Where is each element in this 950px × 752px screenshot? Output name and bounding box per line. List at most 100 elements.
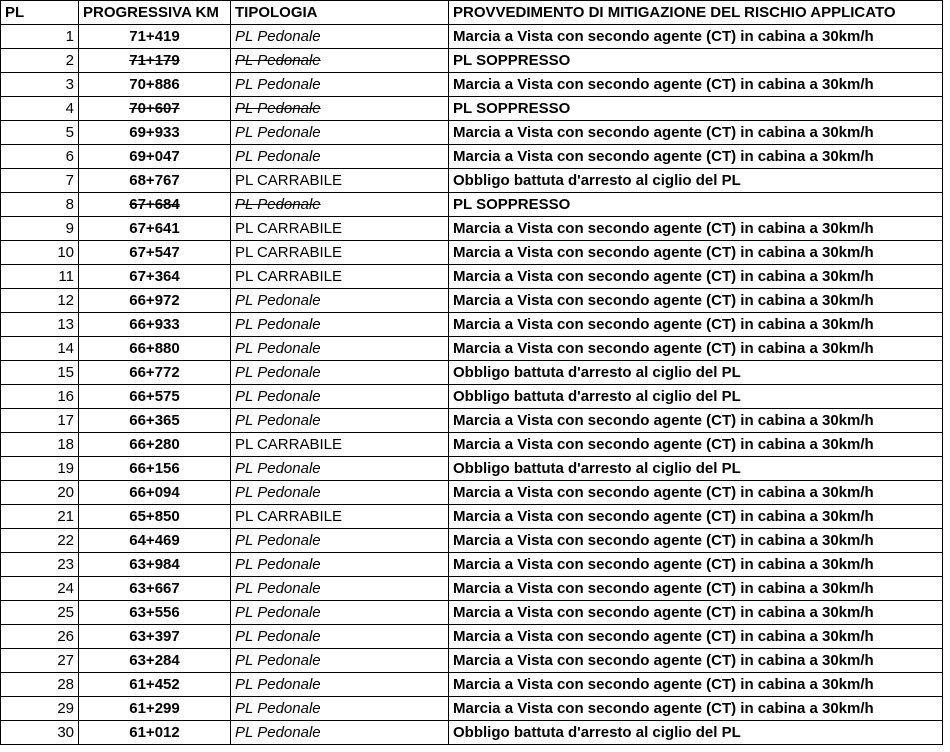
- provvedimento-cell[interactable]: Marcia a Vista con secondo agente (CT) i…: [448, 408, 943, 433]
- tipologia-cell[interactable]: PL Pedonale: [230, 456, 449, 481]
- tipologia-cell[interactable]: PL Pedonale: [230, 480, 449, 505]
- provvedimento-cell[interactable]: Marcia a Vista con secondo agente (CT) i…: [448, 264, 943, 289]
- provvedimento-cell[interactable]: PL SOPPRESSO: [448, 48, 943, 73]
- pl-cell[interactable]: 5: [0, 120, 79, 145]
- provvedimento-cell[interactable]: Obbligo battuta d'arresto al ciglio del …: [448, 720, 943, 745]
- provvedimento-cell[interactable]: Marcia a Vista con secondo agente (CT) i…: [448, 312, 943, 337]
- km-cell[interactable]: 61+012: [78, 720, 231, 745]
- tipologia-cell[interactable]: PL Pedonale: [230, 120, 449, 145]
- provvedimento-cell[interactable]: Marcia a Vista con secondo agente (CT) i…: [448, 72, 943, 97]
- tipologia-cell[interactable]: PL Pedonale: [230, 528, 449, 553]
- tipologia-cell[interactable]: PL Pedonale: [230, 96, 449, 121]
- tipologia-cell[interactable]: PL Pedonale: [230, 312, 449, 337]
- pl-cell[interactable]: 10: [0, 240, 79, 265]
- provvedimento-cell[interactable]: Marcia a Vista con secondo agente (CT) i…: [448, 648, 943, 673]
- km-cell[interactable]: 61+299: [78, 696, 231, 721]
- tipologia-cell[interactable]: PL CARRABILE: [230, 168, 449, 193]
- provvedimento-cell[interactable]: Marcia a Vista con secondo agente (CT) i…: [448, 432, 943, 457]
- pl-cell[interactable]: 12: [0, 288, 79, 313]
- pl-cell[interactable]: 11: [0, 264, 79, 289]
- pl-cell[interactable]: 24: [0, 576, 79, 601]
- km-cell[interactable]: 67+641: [78, 216, 231, 241]
- pl-cell[interactable]: 9: [0, 216, 79, 241]
- km-cell[interactable]: 63+984: [78, 552, 231, 577]
- km-cell[interactable]: 70+607: [78, 96, 231, 121]
- km-cell[interactable]: 66+365: [78, 408, 231, 433]
- tipologia-cell[interactable]: PL CARRABILE: [230, 432, 449, 457]
- tipologia-cell[interactable]: PL Pedonale: [230, 384, 449, 409]
- pl-cell[interactable]: 6: [0, 144, 79, 169]
- pl-cell[interactable]: 16: [0, 384, 79, 409]
- tipologia-cell[interactable]: PL Pedonale: [230, 648, 449, 673]
- tipologia-cell[interactable]: PL Pedonale: [230, 552, 449, 577]
- tipologia-cell[interactable]: PL Pedonale: [230, 144, 449, 169]
- provvedimento-cell[interactable]: Obbligo battuta d'arresto al ciglio del …: [448, 384, 943, 409]
- provvedimento-cell[interactable]: Obbligo battuta d'arresto al ciglio del …: [448, 168, 943, 193]
- provvedimento-cell[interactable]: Marcia a Vista con secondo agente (CT) i…: [448, 576, 943, 601]
- tipologia-cell[interactable]: PL Pedonale: [230, 72, 449, 97]
- tipologia-cell[interactable]: PL Pedonale: [230, 600, 449, 625]
- provvedimento-cell[interactable]: Marcia a Vista con secondo agente (CT) i…: [448, 552, 943, 577]
- tipologia-cell[interactable]: PL CARRABILE: [230, 216, 449, 241]
- pl-cell[interactable]: 22: [0, 528, 79, 553]
- header-km[interactable]: PROGRESSIVA KM: [78, 0, 231, 25]
- km-cell[interactable]: 65+850: [78, 504, 231, 529]
- km-cell[interactable]: 67+684: [78, 192, 231, 217]
- tipologia-cell[interactable]: PL Pedonale: [230, 720, 449, 745]
- km-cell[interactable]: 66+880: [78, 336, 231, 361]
- km-cell[interactable]: 63+284: [78, 648, 231, 673]
- km-cell[interactable]: 66+094: [78, 480, 231, 505]
- tipologia-cell[interactable]: PL Pedonale: [230, 408, 449, 433]
- pl-cell[interactable]: 4: [0, 96, 79, 121]
- pl-cell[interactable]: 20: [0, 480, 79, 505]
- pl-cell[interactable]: 25: [0, 600, 79, 625]
- km-cell[interactable]: 67+547: [78, 240, 231, 265]
- km-cell[interactable]: 66+933: [78, 312, 231, 337]
- pl-cell[interactable]: 13: [0, 312, 79, 337]
- provvedimento-cell[interactable]: Marcia a Vista con secondo agente (CT) i…: [448, 528, 943, 553]
- pl-cell[interactable]: 8: [0, 192, 79, 217]
- km-cell[interactable]: 68+767: [78, 168, 231, 193]
- pl-cell[interactable]: 19: [0, 456, 79, 481]
- provvedimento-cell[interactable]: Marcia a Vista con secondo agente (CT) i…: [448, 24, 943, 49]
- provvedimento-cell[interactable]: PL SOPPRESSO: [448, 192, 943, 217]
- provvedimento-cell[interactable]: Marcia a Vista con secondo agente (CT) i…: [448, 216, 943, 241]
- provvedimento-cell[interactable]: Marcia a Vista con secondo agente (CT) i…: [448, 696, 943, 721]
- km-cell[interactable]: 70+886: [78, 72, 231, 97]
- pl-cell[interactable]: 29: [0, 696, 79, 721]
- tipologia-cell[interactable]: PL Pedonale: [230, 336, 449, 361]
- tipologia-cell[interactable]: PL CARRABILE: [230, 264, 449, 289]
- provvedimento-cell[interactable]: Marcia a Vista con secondo agente (CT) i…: [448, 288, 943, 313]
- km-cell[interactable]: 71+419: [78, 24, 231, 49]
- tipologia-cell[interactable]: PL CARRABILE: [230, 504, 449, 529]
- pl-cell[interactable]: 3: [0, 72, 79, 97]
- km-cell[interactable]: 66+772: [78, 360, 231, 385]
- pl-cell[interactable]: 2: [0, 48, 79, 73]
- tipologia-cell[interactable]: PL CARRABILE: [230, 240, 449, 265]
- pl-cell[interactable]: 14: [0, 336, 79, 361]
- provvedimento-cell[interactable]: Marcia a Vista con secondo agente (CT) i…: [448, 480, 943, 505]
- provvedimento-cell[interactable]: Marcia a Vista con secondo agente (CT) i…: [448, 120, 943, 145]
- pl-cell[interactable]: 18: [0, 432, 79, 457]
- provvedimento-cell[interactable]: Marcia a Vista con secondo agente (CT) i…: [448, 240, 943, 265]
- pl-cell[interactable]: 28: [0, 672, 79, 697]
- km-cell[interactable]: 66+280: [78, 432, 231, 457]
- provvedimento-cell[interactable]: Obbligo battuta d'arresto al ciglio del …: [448, 360, 943, 385]
- provvedimento-cell[interactable]: Marcia a Vista con secondo agente (CT) i…: [448, 336, 943, 361]
- tipologia-cell[interactable]: PL Pedonale: [230, 288, 449, 313]
- pl-cell[interactable]: 21: [0, 504, 79, 529]
- km-cell[interactable]: 66+575: [78, 384, 231, 409]
- pl-cell[interactable]: 7: [0, 168, 79, 193]
- km-cell[interactable]: 64+469: [78, 528, 231, 553]
- tipologia-cell[interactable]: PL Pedonale: [230, 624, 449, 649]
- pl-cell[interactable]: 17: [0, 408, 79, 433]
- header-tipologia[interactable]: TIPOLOGIA: [230, 0, 449, 25]
- km-cell[interactable]: 63+397: [78, 624, 231, 649]
- tipologia-cell[interactable]: PL Pedonale: [230, 696, 449, 721]
- provvedimento-cell[interactable]: Marcia a Vista con secondo agente (CT) i…: [448, 144, 943, 169]
- provvedimento-cell[interactable]: PL SOPPRESSO: [448, 96, 943, 121]
- pl-cell[interactable]: 23: [0, 552, 79, 577]
- km-cell[interactable]: 69+047: [78, 144, 231, 169]
- provvedimento-cell[interactable]: Obbligo battuta d'arresto al ciglio del …: [448, 456, 943, 481]
- km-cell[interactable]: 69+933: [78, 120, 231, 145]
